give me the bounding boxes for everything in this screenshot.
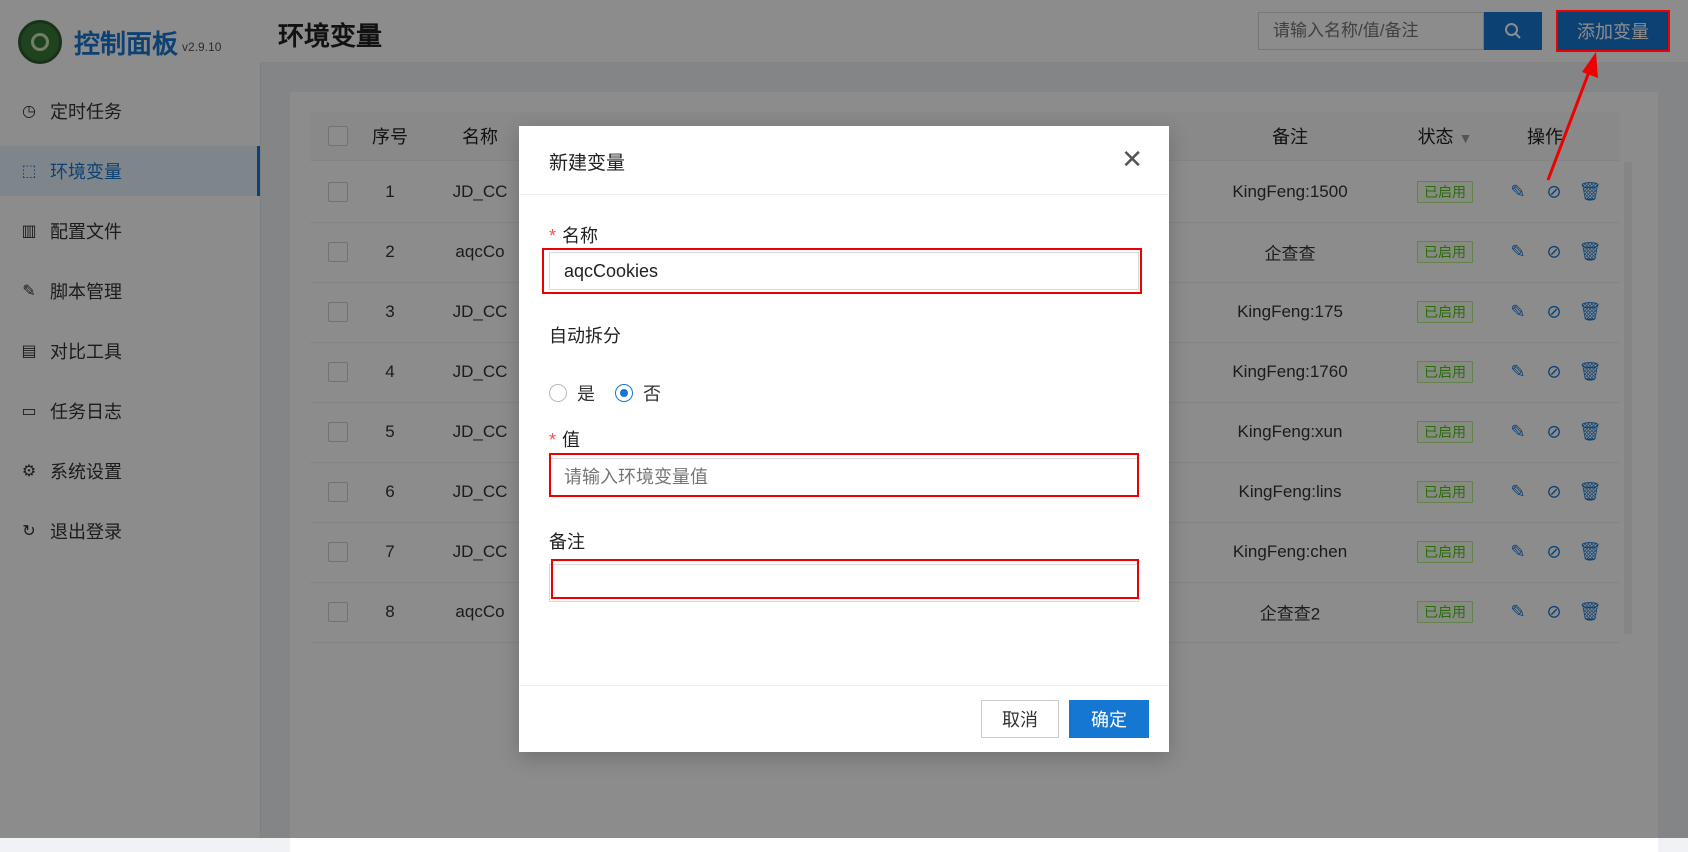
annotation-highlight-value	[549, 453, 1139, 497]
modal-header: 新建变量 ✕	[519, 126, 1169, 195]
split-yes-label[interactable]: 是	[577, 380, 595, 406]
modal-title: 新建变量	[549, 153, 626, 174]
new-variable-modal: 新建变量 ✕ *名称 自动拆分 是 否 *值 备注 取消 确定	[519, 126, 1169, 752]
name-label-text: 名称	[562, 226, 599, 246]
split-label: 自动拆分	[549, 326, 621, 346]
cancel-button[interactable]: 取消	[981, 700, 1059, 738]
value-label-text: 值	[562, 430, 581, 450]
value-label: * 值	[549, 426, 580, 452]
remarks-label: 备注	[549, 532, 585, 552]
close-icon[interactable]: ✕	[1121, 144, 1143, 175]
split-yes-radio[interactable]	[549, 384, 567, 402]
split-no-radio[interactable]	[615, 384, 633, 402]
split-no-label[interactable]: 否	[643, 380, 661, 406]
modal-footer: 取消 确定	[519, 685, 1169, 752]
annotation-highlight-add-button	[1556, 10, 1670, 52]
annotation-highlight-remarks	[551, 559, 1139, 599]
required-mark: *	[549, 226, 557, 246]
split-radio-group: 是 否	[549, 380, 661, 406]
confirm-button[interactable]: 确定	[1069, 700, 1149, 738]
required-mark: *	[549, 430, 557, 450]
name-label: * 名称	[549, 222, 598, 248]
annotation-highlight-name	[542, 248, 1142, 294]
